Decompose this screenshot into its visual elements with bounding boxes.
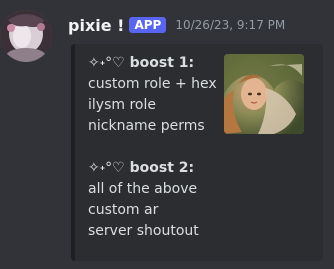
boost-2-heading: ✧˖°♡ boost 2: (88, 158, 217, 179)
embed-thumbnail[interactable] (224, 54, 304, 134)
boost-2-perk: server shoutout (88, 223, 199, 239)
boost-1-heading: ✧˖°♡ boost 1: (88, 53, 217, 74)
user-avatar[interactable] (0, 10, 52, 62)
app-badge: APP (129, 17, 167, 33)
username[interactable]: pixie ! (68, 16, 124, 35)
boost-1-perk: custom role + hex (88, 76, 217, 92)
boost-1-perk: ilysm role (88, 97, 156, 113)
boost-1-perk: nickname perms (88, 118, 205, 134)
section-spacer (88, 137, 217, 158)
boost-2-perk: custom ar (88, 202, 159, 218)
boost-2-label: boost 2: (129, 160, 195, 176)
embed-card: ✧˖°♡ boost 1: custom role + hex ilysm ro… (71, 44, 323, 261)
message-header: pixie ! APP 10/26/23, 9:17 PM (68, 14, 285, 36)
sparkle-icon: ✧˖°♡ (88, 55, 125, 71)
timestamp[interactable]: 10/26/23, 9:17 PM (175, 18, 285, 32)
embed-description: ✧˖°♡ boost 1: custom role + hex ilysm ro… (88, 53, 217, 242)
sparkle-icon: ✧˖°♡ (88, 160, 125, 176)
boost-2-perk: all of the above (88, 181, 198, 197)
boost-1-label: boost 1: (129, 55, 195, 71)
